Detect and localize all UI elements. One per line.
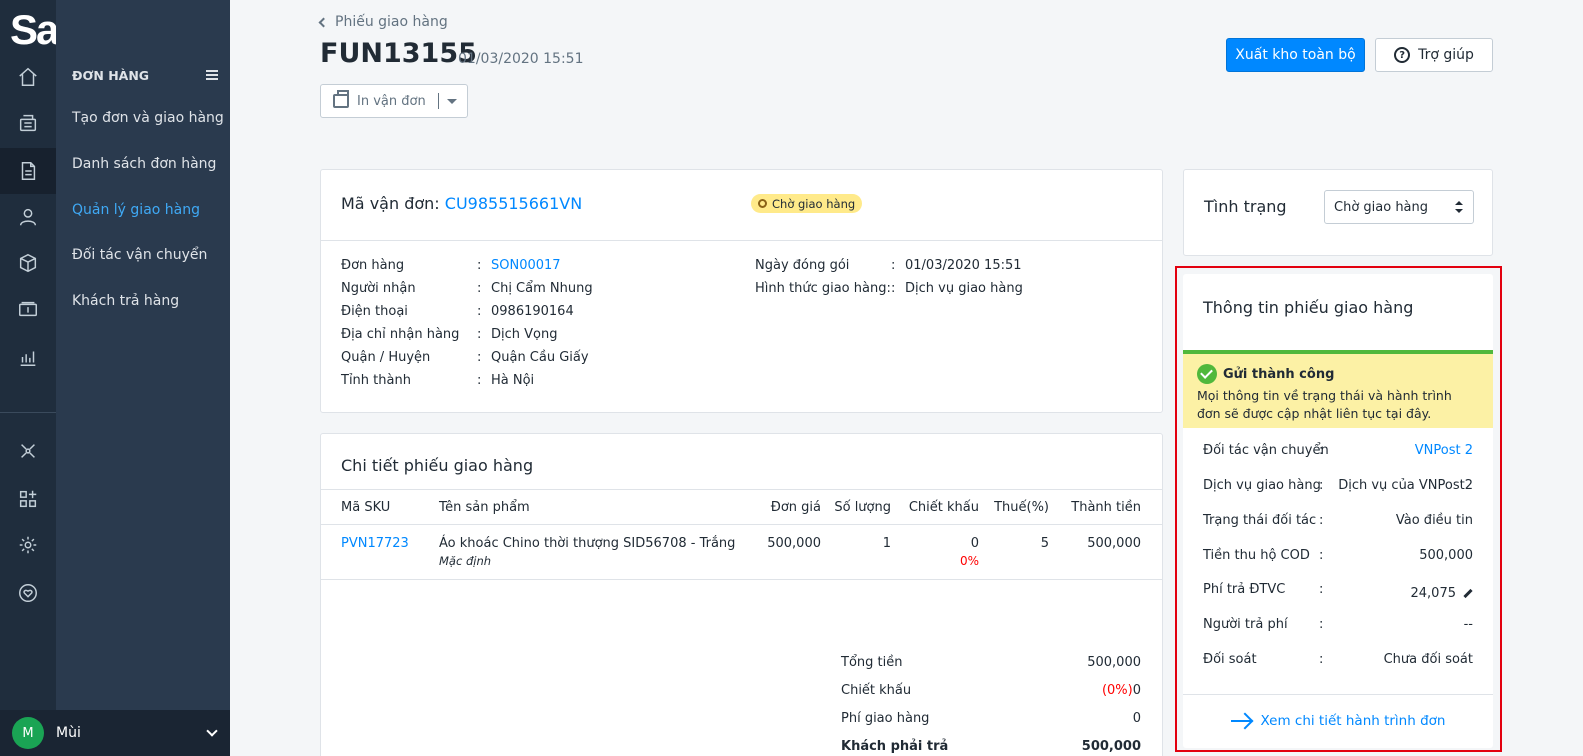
- chevron-down-icon[interactable]: [206, 725, 218, 737]
- summary-discount-percent: (0%): [1101, 683, 1133, 698]
- support-icon[interactable]: [0, 570, 56, 616]
- user-name: Mùi: [56, 725, 81, 741]
- product-variant: Mặc định: [439, 554, 492, 568]
- info-label: Hình thức giao hàng:: [755, 281, 891, 296]
- info-value: Dịch Vọng: [491, 327, 558, 342]
- line-total: 500,000: [1087, 536, 1141, 551]
- customer-icon[interactable]: [0, 194, 56, 240]
- summary-value: 0: [1132, 683, 1141, 698]
- channels-icon[interactable]: [0, 428, 56, 474]
- unit-price: 500,000: [767, 536, 821, 551]
- info-value: 01/03/2020 15:51: [905, 258, 1022, 273]
- rail-divider: [0, 412, 56, 413]
- help-button[interactable]: ? Trợ giúp: [1375, 38, 1493, 72]
- print-button-label: In vận đơn: [357, 93, 426, 109]
- status-badge-label: Chờ giao hàng: [772, 196, 856, 211]
- waybill-code-value[interactable]: CU985515661VN: [445, 194, 582, 213]
- pending-status-icon: [758, 199, 767, 208]
- info-value: Chị Cẩm Nhung: [491, 281, 593, 296]
- waybill-code-label: Mã vận đơn:: [341, 194, 440, 213]
- quantity: 1: [882, 536, 891, 551]
- info-label: Tỉnh thành: [341, 373, 411, 388]
- icon-rail: [0, 0, 56, 756]
- shipment-info-card: Mã vận đơn: CU985515661VN Chờ giao hàng …: [320, 169, 1163, 413]
- subnav-item-returns[interactable]: Khách trả hàng: [72, 293, 222, 309]
- card-title: Chi tiết phiếu giao hàng: [341, 456, 534, 475]
- info-label: Địa chỉ nhận hàng: [341, 327, 460, 342]
- column-header: Thuế(%): [994, 500, 1049, 515]
- page-title: FUN13155: [320, 38, 477, 69]
- summary-label: Khách phải trả: [841, 739, 949, 754]
- subnav-item-create-order[interactable]: Tạo đơn và giao hàng: [72, 110, 224, 126]
- question-icon: ?: [1394, 47, 1411, 63]
- product-icon[interactable]: [0, 240, 56, 286]
- select-arrows-icon: [1455, 201, 1463, 213]
- info-value: Dịch vụ giao hàng: [905, 281, 1023, 296]
- status-badge: Chờ giao hàng: [751, 194, 863, 213]
- tax: 5: [1040, 536, 1049, 551]
- info-label: Người nhận: [341, 281, 416, 296]
- table-header: Mã SKU Tên sản phẩm Đơn giá Số lượng Chi…: [321, 489, 1162, 525]
- table-row: PVN17723 Áo khoác Chino thời thượng SID5…: [321, 525, 1162, 580]
- info-value: Quận Cầu Giấy: [491, 350, 589, 365]
- waybill-code: Mã vận đơn: CU985515661VN: [341, 194, 582, 213]
- column-header: Tên sản phẩm: [439, 500, 530, 515]
- info-label: Ngày đóng gói: [755, 258, 850, 273]
- status-card: Tình trạng Chờ giao hàng: [1183, 169, 1493, 256]
- highlight-annotation: [1175, 266, 1502, 752]
- divider: [321, 240, 1162, 241]
- subnav-title: ĐƠN HÀNG: [72, 68, 150, 83]
- caret-down-icon[interactable]: [446, 98, 457, 104]
- column-header: Chiết khấu: [908, 500, 979, 515]
- subnav-item-carriers[interactable]: Đối tác vận chuyển: [72, 247, 222, 263]
- info-label: Điện thoại: [341, 304, 408, 319]
- help-button-label: Trợ giúp: [1418, 47, 1474, 63]
- summary-value: 0: [1132, 711, 1141, 726]
- chevron-left-icon: [318, 17, 329, 27]
- order-icon[interactable]: [0, 148, 56, 194]
- export-all-button[interactable]: Xuất kho toàn bộ: [1226, 38, 1365, 72]
- order-subnav: ĐƠN HÀNG Tạo đơn và giao hàng Danh sách …: [56, 0, 230, 756]
- summary-label: Tổng tiền: [841, 655, 903, 670]
- status-label: Tình trạng: [1204, 197, 1287, 216]
- discount-percent: 0%: [959, 554, 979, 568]
- report-icon[interactable]: [0, 334, 56, 380]
- summary-label: Chiết khấu: [841, 683, 912, 698]
- column-header: Thành tiền: [1071, 500, 1141, 515]
- back-link[interactable]: Phiếu giao hàng: [318, 14, 448, 30]
- pos-icon[interactable]: [0, 100, 56, 146]
- subnav-item-order-list[interactable]: Danh sách đơn hàng: [72, 156, 222, 172]
- status-select-value: Chờ giao hàng: [1334, 199, 1429, 215]
- home-icon[interactable]: [0, 54, 56, 100]
- back-link-label: Phiếu giao hàng: [335, 14, 448, 30]
- avatar: M: [12, 717, 44, 749]
- printer-icon: [333, 90, 349, 108]
- hamburger-menu-icon[interactable]: [206, 70, 218, 80]
- order-link[interactable]: SON00017: [491, 258, 561, 273]
- settings-icon[interactable]: [0, 522, 56, 568]
- cashbook-icon[interactable]: [0, 286, 56, 332]
- product-name: Áo khoác Chino thời thượng SID56708 - Tr…: [439, 536, 736, 551]
- discount: 0: [970, 536, 979, 551]
- column-header: Số lượng: [834, 500, 891, 515]
- apps-icon[interactable]: [0, 476, 56, 522]
- status-select[interactable]: Chờ giao hàng: [1324, 190, 1474, 224]
- summary-value: 500,000: [1081, 739, 1141, 754]
- page-date: 01/03/2020 15:51: [458, 51, 584, 67]
- summary-value: 500,000: [1087, 655, 1141, 670]
- info-value: Hà Nội: [491, 373, 535, 388]
- info-label: Đơn hàng: [341, 258, 405, 273]
- shipment-detail-card: Chi tiết phiếu giao hàng Mã SKU Tên sản …: [320, 433, 1163, 756]
- info-label: Quận / Huyện: [341, 350, 431, 365]
- column-header: Đơn giá: [770, 500, 821, 515]
- button-separator: [437, 93, 439, 109]
- print-waybill-button[interactable]: In vận đơn: [320, 84, 468, 118]
- user-menu[interactable]: M Mùi: [0, 710, 230, 756]
- summary-label: Phí giao hàng: [841, 711, 930, 726]
- sku-link[interactable]: PVN17723: [341, 536, 409, 551]
- info-value: 0986190164: [491, 304, 574, 319]
- subnav-item-shipment-management[interactable]: Quản lý giao hàng: [72, 202, 222, 218]
- column-header: Mã SKU: [341, 500, 391, 515]
